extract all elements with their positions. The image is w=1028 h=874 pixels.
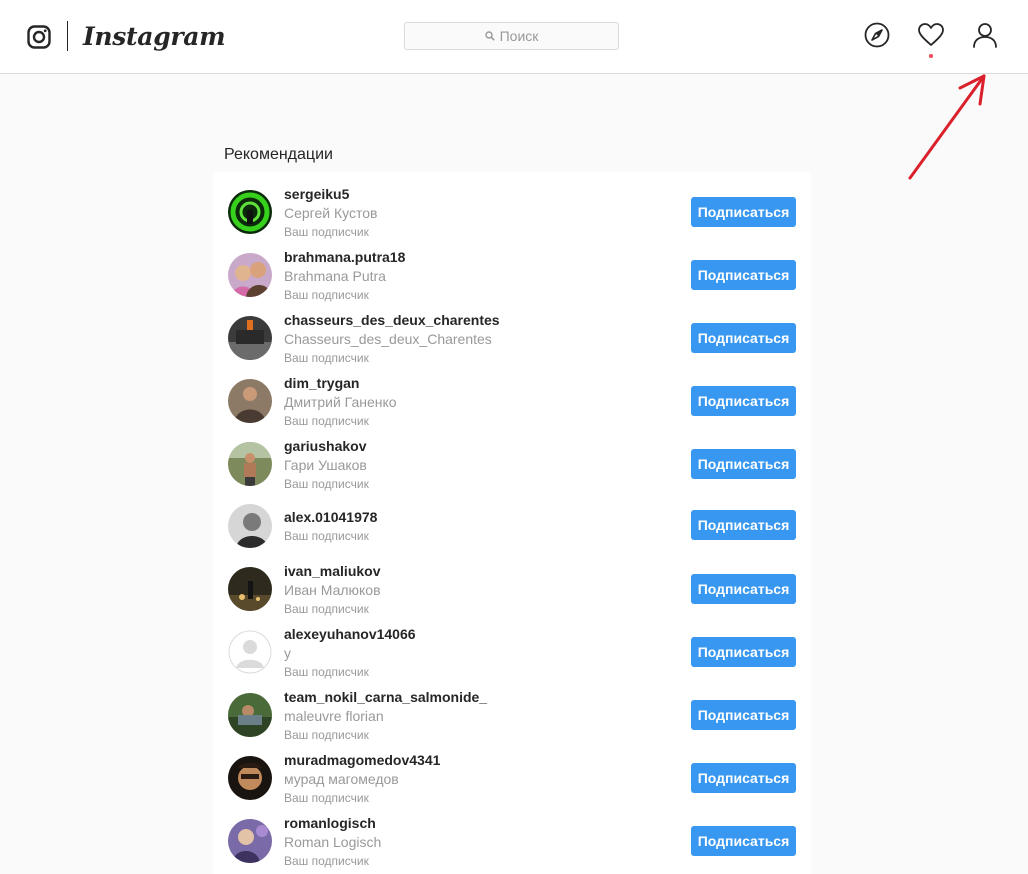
avatar[interactable] — [228, 819, 272, 863]
follow-button[interactable]: Подписаться — [691, 510, 796, 540]
suggestions-title: Рекомендации — [224, 146, 333, 163]
profile-icon[interactable] — [972, 22, 998, 48]
full-name: Roman Logisch — [284, 834, 382, 850]
username[interactable]: dim_trygan — [284, 375, 359, 391]
username[interactable]: muradmagomedov4341 — [284, 752, 440, 768]
follower-status: Ваш подписчик — [284, 225, 369, 239]
follower-status: Ваш подписчик — [284, 854, 369, 868]
avatar-image — [228, 190, 272, 234]
avatar[interactable] — [228, 504, 272, 548]
full-name: Сергей Кустов — [284, 205, 378, 221]
avatar[interactable] — [228, 567, 272, 611]
follower-status: Ваш подписчик — [284, 791, 369, 805]
instagram-glyph-icon[interactable] — [27, 25, 51, 49]
avatar[interactable] — [228, 316, 272, 360]
avatar-image — [228, 379, 272, 423]
username[interactable]: sergeiku5 — [284, 186, 349, 202]
avatar[interactable] — [228, 442, 272, 486]
follow-button[interactable]: Подписаться — [691, 449, 796, 479]
full-name: maleuvre florian — [284, 708, 384, 724]
full-name: Chasseurs_des_deux_Charentes — [284, 331, 492, 347]
full-name: мурад магомедов — [284, 771, 399, 787]
username[interactable]: gariushakov — [284, 438, 366, 454]
username[interactable]: brahmana.putra18 — [284, 249, 405, 265]
full-name: Brahmana Putra — [284, 268, 386, 284]
search-placeholder: Поиск — [499, 28, 539, 44]
follow-button[interactable]: Подписаться — [691, 197, 796, 227]
avatar-image — [228, 819, 272, 863]
avatar-image — [228, 756, 272, 800]
follower-status: Ваш подписчик — [284, 414, 369, 428]
follower-status: Ваш подписчик — [284, 728, 369, 742]
avatar[interactable] — [228, 253, 272, 297]
avatar-image — [228, 442, 272, 486]
default-avatar-icon — [228, 630, 272, 674]
follower-status: Ваш подписчик — [284, 665, 369, 679]
avatar[interactable] — [228, 190, 272, 234]
follow-button[interactable]: Подписаться — [691, 700, 796, 730]
full-name: у — [284, 645, 291, 661]
activity-heart-icon[interactable] — [918, 22, 944, 48]
explore-compass-icon[interactable] — [864, 22, 890, 48]
avatar[interactable] — [228, 693, 272, 737]
avatar-image — [228, 316, 272, 360]
username[interactable]: team_nokil_carna_salmonide_ — [284, 689, 487, 705]
full-name: Иван Малюков — [284, 582, 381, 598]
follower-status: Ваш подписчик — [284, 351, 369, 365]
username[interactable]: alex.01041978 — [284, 509, 377, 525]
suggestions-list: sergeiku5 Сергей Кустов Ваш подписчик По… — [213, 172, 811, 874]
logo-divider — [67, 21, 68, 51]
follower-status: Ваш подписчик — [284, 477, 369, 491]
search-icon — [484, 31, 495, 41]
avatar-image — [228, 567, 272, 611]
avatar-image — [228, 504, 272, 548]
avatar[interactable] — [228, 630, 272, 674]
top-navigation-bar: Instagram Поиск — [0, 0, 1028, 74]
full-name: Дмитрий Ганенко — [284, 394, 397, 410]
username[interactable]: romanlogisch — [284, 815, 376, 831]
follow-button[interactable]: Подписаться — [691, 637, 796, 667]
username[interactable]: chasseurs_des_deux_charentes — [284, 312, 500, 328]
full-name: Гари Ушаков — [284, 457, 367, 473]
username[interactable]: ivan_maliukov — [284, 563, 381, 579]
avatar[interactable] — [228, 379, 272, 423]
avatar[interactable] — [228, 756, 272, 800]
follow-button[interactable]: Подписаться — [691, 763, 796, 793]
follower-status: Ваш подписчик — [284, 288, 369, 302]
search-input[interactable]: Поиск — [404, 22, 619, 50]
instagram-wordmark[interactable]: Instagram — [83, 20, 226, 54]
follower-status: Ваш подписчик — [284, 529, 369, 543]
avatar-image — [228, 253, 272, 297]
avatar-image — [228, 693, 272, 737]
follow-button[interactable]: Подписаться — [691, 323, 796, 353]
follow-button[interactable]: Подписаться — [691, 260, 796, 290]
follow-button[interactable]: Подписаться — [691, 386, 796, 416]
notification-dot — [929, 54, 933, 58]
annotation-arrow — [908, 74, 986, 180]
follow-button[interactable]: Подписаться — [691, 826, 796, 856]
username[interactable]: alexeyuhanov14066 — [284, 626, 416, 642]
follower-status: Ваш подписчик — [284, 602, 369, 616]
follow-button[interactable]: Подписаться — [691, 574, 796, 604]
